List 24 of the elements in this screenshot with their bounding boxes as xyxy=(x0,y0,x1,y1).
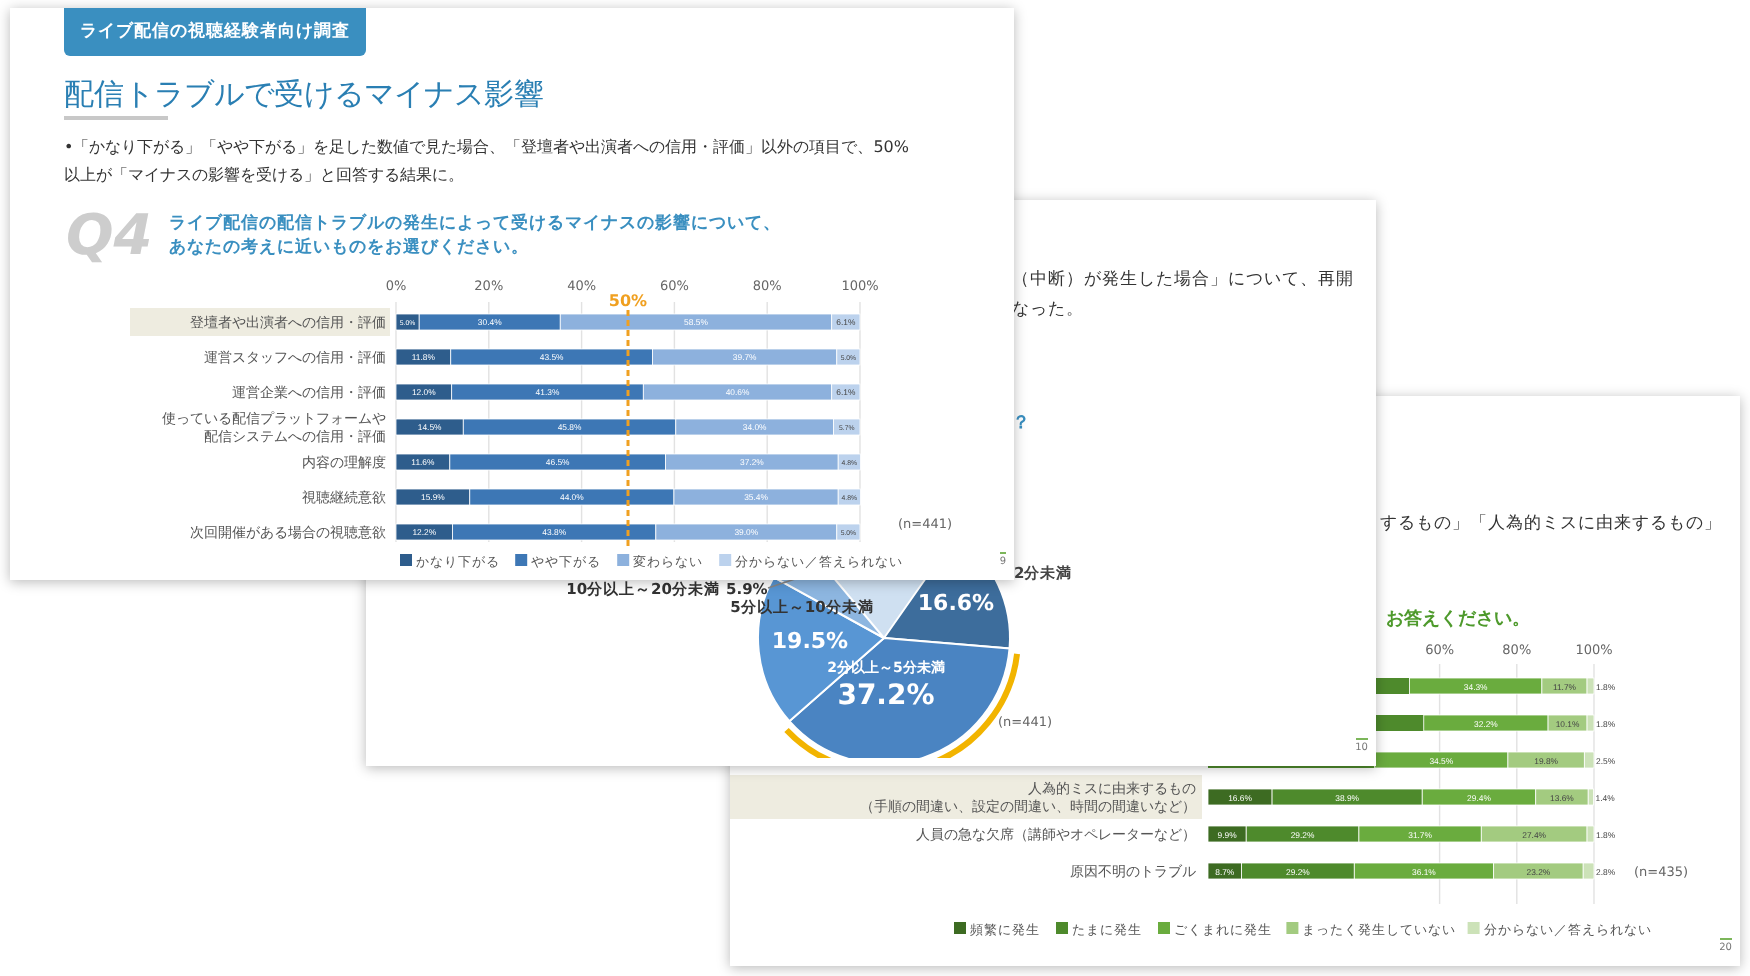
legend-swatch xyxy=(515,554,528,566)
body-text: （中断）が発生した場合」について、再開 xyxy=(1012,268,1354,294)
question-text: ライブ配信の配信トラブルの発生によって受けるマイナスの影響について、 xyxy=(168,212,781,236)
survey-badge: ライブ配信の視聴経験者向け調査 xyxy=(64,8,366,56)
question-text: あなたの考えに近いものをお選びください。 xyxy=(168,236,531,260)
body-text: なった。 xyxy=(1012,298,1084,324)
legend-swatch xyxy=(617,554,630,566)
legend-swatch xyxy=(954,922,966,934)
bullet-text: •「かなり下がる」「やや下がる」を足した数値で見た場合、「登壇者や出演者への信用・評価」以外の項目で、50%以上が「マイナスの影響を受ける」と回答する結果に。 xyxy=(64,136,911,188)
slice-value: 19.5% xyxy=(771,628,849,654)
slice-value: 16.6% xyxy=(917,590,995,616)
legend-swatch xyxy=(719,554,732,566)
body-text: するもの」「人為的ミスに由来するもの」 xyxy=(1380,512,1722,536)
legend-swatch xyxy=(1467,922,1480,934)
legend-swatch xyxy=(1056,922,1068,934)
legend-swatch xyxy=(1158,922,1170,934)
question-text: ？ xyxy=(1012,412,1030,436)
legend-swatch xyxy=(400,554,412,566)
slide-title: 配信トラブルで受けるマイナス影響 xyxy=(64,76,544,112)
question-text: お答えください。 xyxy=(1386,608,1530,632)
slice-value: 37.2% xyxy=(837,680,935,712)
bar-segment xyxy=(1358,825,1482,843)
legend-swatch xyxy=(1286,922,1299,934)
reference-label: 50% xyxy=(608,292,648,310)
